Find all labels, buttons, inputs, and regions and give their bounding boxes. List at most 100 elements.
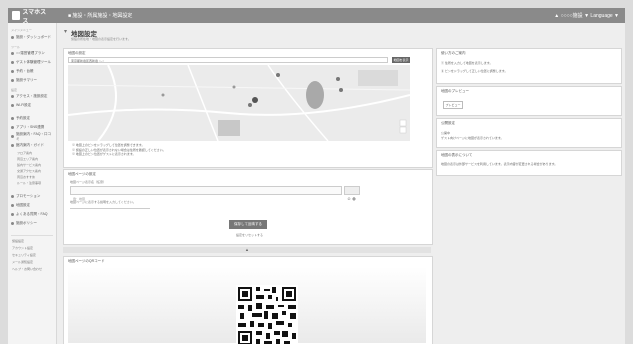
- sidebar-divider: [11, 235, 53, 236]
- reset-link[interactable]: 設定をリセットする: [236, 233, 263, 237]
- sidebar-item-booking[interactable]: 予約・台帳: [11, 68, 53, 75]
- sidebar-item-reservation[interactable]: 予約設定: [11, 115, 53, 122]
- map-display-title: 地図の表示について: [441, 153, 473, 157]
- map-pin-icon: [339, 88, 343, 92]
- sidebar-item-label: 施設・ダッシュボード: [16, 35, 51, 39]
- access-icon: [11, 95, 14, 98]
- sidebar-item-policy[interactable]: 施設ポリシー: [11, 220, 53, 227]
- sidebar-item-map[interactable]: 地図設定: [11, 202, 53, 209]
- map-canvas: [68, 65, 410, 141]
- preview-button[interactable]: プレビュー: [443, 101, 463, 109]
- map-pin-icon: [336, 77, 340, 81]
- display-name-label: 地図ページ表示名（任意）: [70, 180, 106, 184]
- sidebar-item-guide[interactable]: 館内案内・ガイド: [11, 142, 53, 149]
- plan-icon: [11, 52, 14, 55]
- publish-panel: 公開設定 公開中 ゲスト向けページに地図が表示されています。: [436, 118, 622, 148]
- emoji-picker-button[interactable]: ☺ ◍: [344, 186, 360, 201]
- map-display-panel: 地図の表示について 地図の表示は外部サービスを利用しています。表示内容が変更され…: [436, 150, 622, 176]
- sidebar-item-label: Wi-Fi設定: [16, 103, 32, 107]
- sidebar-item-access[interactable]: アクセス・施設設定: [11, 93, 53, 100]
- policy-icon: [11, 222, 14, 225]
- sidebar-item-wifi[interactable]: Wi-Fi設定: [11, 102, 53, 109]
- publish-status: 公開中: [441, 131, 451, 135]
- apps-icon: [11, 126, 14, 129]
- sidebar-subitem[interactable]: ルール・注意事項: [17, 181, 41, 185]
- sidebar-item-faq-reviews[interactable]: 施設案内・FAQ・口コミ: [11, 131, 53, 141]
- sidebar-item-label: アプリ・SNS連携: [16, 125, 45, 129]
- sidebar-item-label: 予約設定: [16, 116, 30, 120]
- sidebar-subitem[interactable]: フロア案内: [17, 151, 32, 155]
- wifi-icon: [11, 104, 14, 107]
- how-to-line: ② ピンをドラッグして正しい位置に調整します。: [441, 69, 508, 73]
- qr-code-image[interactable]: [236, 285, 298, 344]
- sidebar-section-settings: 設定: [11, 88, 18, 92]
- preview-panel: 地図のプレビュー プレビュー: [436, 86, 622, 116]
- sidebar-item-dashboard[interactable]: 施設・ダッシュボード: [11, 34, 53, 41]
- sidebar-item-plan[interactable]: ○○運営管理プラン: [11, 50, 53, 57]
- sidebar-item-label: 施設サマリー: [16, 78, 37, 82]
- how-to-panel: 使い方のご案内 ① 住所を入力して地図を表示します。 ② ピンをドラッグして正し…: [436, 48, 622, 84]
- sidebar-item-label: ○○運営管理プラン: [16, 51, 45, 55]
- sidebar-item-label: 施設案内・FAQ・口コミ: [16, 131, 52, 141]
- sidebar-item-label: 予約・台帳: [16, 69, 34, 73]
- sidebar-item-guest-tools[interactable]: ゲスト体験管理ツール: [11, 59, 53, 66]
- chevron-down-icon[interactable]: ▾: [64, 28, 67, 35]
- sidebar-item-label: プロモーション: [16, 194, 41, 198]
- sidebar-item-promotion[interactable]: プロモーション: [11, 193, 53, 200]
- sidebar: メインメニュー 施設・ダッシュボード ツール ○○運営管理プラン ゲスト体験管理…: [8, 23, 57, 344]
- breadcrumb[interactable]: ■ 施設・所属施設・地図設定: [68, 12, 132, 19]
- map-note: ※ 地図上のピン位置がゲストに表示されます。: [72, 152, 136, 156]
- publish-description: ゲスト向けページに地図が表示されています。: [441, 136, 504, 140]
- preview-title: 地図のプレビュー: [441, 89, 469, 93]
- sidebar-section-tools: ツール: [11, 45, 21, 49]
- map-panel: 地図の設定 東京都新宿区西新宿 ○−○ 地図を表示 ※ 地図上のピンをドラッグし…: [63, 48, 433, 168]
- map-icon: [11, 204, 14, 207]
- map-display-description: 地図の表示は外部サービスを利用しています。表示内容が変更される場合があります。: [441, 162, 558, 166]
- sidebar-section-main: メインメニュー: [11, 28, 32, 32]
- guest-icon: [11, 61, 14, 64]
- address-row: 東京都新宿区西新宿 ○−○ 地図を表示: [68, 57, 410, 63]
- sidebar-subitem[interactable]: 周辺おすすめ: [17, 175, 35, 179]
- how-to-line: ① 住所を入力して地図を表示します。: [441, 61, 493, 65]
- save-button[interactable]: 保存して反映する: [229, 220, 267, 229]
- sidebar-item-label: ゲスト体験管理ツール: [16, 60, 51, 64]
- review-icon: [11, 135, 14, 138]
- qr-preview-area: [68, 267, 426, 344]
- sidebar-item-apps[interactable]: アプリ・SNS連携: [11, 124, 53, 131]
- app-logo[interactable]: スマホスス: [12, 10, 50, 25]
- sidebar-footer-item[interactable]: 施設設定: [12, 239, 24, 243]
- map-pin-icon: [276, 73, 280, 77]
- qr-icon: [236, 285, 298, 344]
- map-view[interactable]: [68, 65, 410, 141]
- sidebar-item-label: 館内案内・ガイド: [16, 143, 44, 147]
- dashboard-icon: [11, 36, 14, 39]
- summary-icon: [11, 79, 14, 82]
- publish-title: 公開設定: [441, 121, 455, 125]
- sidebar-subitem[interactable]: 交通アクセス案内: [17, 169, 41, 173]
- sidebar-footer-item[interactable]: メール通知設定: [12, 260, 33, 264]
- description-underline: [70, 208, 150, 209]
- sidebar-subitem[interactable]: 館内サービス案内: [17, 163, 41, 167]
- description-placeholder[interactable]: 地図ページに表示する説明を入力してください。: [70, 200, 136, 204]
- sidebar-item-summary[interactable]: 施設サマリー: [11, 77, 53, 84]
- user-menu[interactable]: ▲ ○○○○施設 ▼ Language ▼: [554, 12, 619, 19]
- collapse-toggle[interactable]: ▲: [63, 247, 431, 253]
- booking-icon: [11, 70, 14, 73]
- top-bar: スマホスス ■ 施設・所属施設・地図設定 ▲ ○○○○施設 ▼ Language…: [8, 8, 625, 25]
- sidebar-item-faq[interactable]: よくある質問・FAQ: [11, 211, 53, 218]
- sidebar-footer-item[interactable]: アカウント設定: [12, 246, 33, 250]
- sidebar-footer-item[interactable]: ヘルプ・お問い合わせ: [12, 267, 42, 271]
- zoom-out-icon: [399, 126, 407, 134]
- sidebar-subitem[interactable]: 周辺エリア案内: [17, 157, 38, 161]
- form-panel-title: 地図ページの設定: [68, 172, 96, 176]
- sidebar-item-label: 地図設定: [16, 203, 30, 207]
- page-header: ▾ 地図設定 施設の所在地・地図の表示設定を行います。: [60, 23, 625, 47]
- sidebar-item-label: アクセス・施設設定: [16, 94, 48, 98]
- map-page-settings-panel: 地図ページの設定 地図ページ表示名（任意） 例：地図 ☺ ◍ 地図ページに表示す…: [63, 169, 433, 245]
- address-input[interactable]: 東京都新宿区西新宿 ○−○: [68, 57, 388, 63]
- show-map-button[interactable]: 地図を表示: [392, 57, 410, 63]
- calendar-icon: [11, 117, 14, 120]
- map-notes: ※ 地図上のピンをドラッグして位置を調整できます。 ※ 施設の正しい位置が表示さ…: [72, 143, 166, 157]
- sidebar-footer-item[interactable]: セキュリティ設定: [12, 253, 36, 257]
- display-name-field[interactable]: 例：地図: [70, 186, 342, 201]
